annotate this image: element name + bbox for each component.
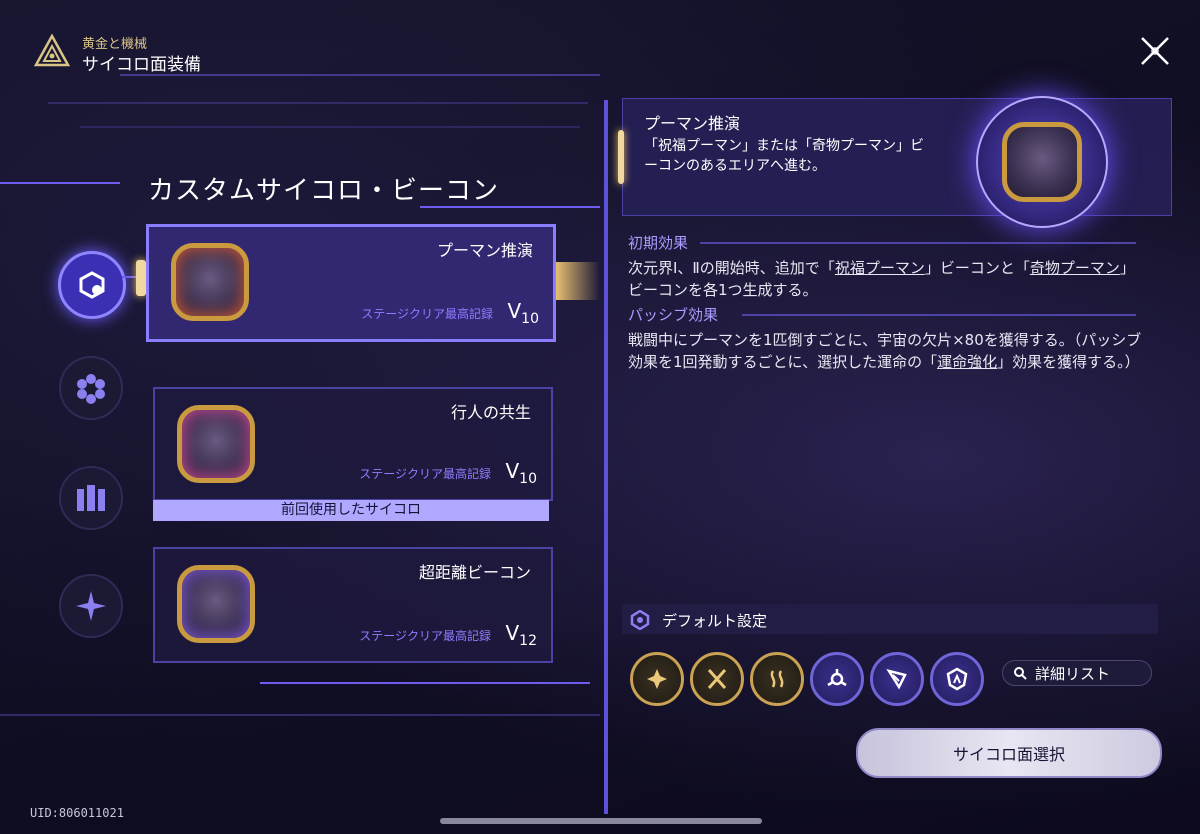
- hexagon-cluster-icon: [77, 374, 105, 404]
- rank-value: V10: [505, 459, 537, 487]
- dice-face-select-button[interactable]: サイコロ面選択: [856, 728, 1162, 778]
- record-label: ステージクリア最高記録: [359, 629, 491, 643]
- dice-image: [171, 243, 249, 321]
- last-used-badge: 前回使用したサイコロ: [153, 500, 549, 521]
- detail-marker: [618, 130, 624, 184]
- rank-number: 10: [519, 471, 537, 487]
- sidebar-item-hexagon[interactable]: [59, 356, 123, 420]
- active-glow-link: [556, 262, 600, 300]
- detail-description: 「祝福プーマン」または「奇物プーマン」ビーコンのあるエリアへ進む。: [644, 138, 924, 174]
- user-id: UID:806011021: [30, 806, 124, 820]
- rank-value: V12: [505, 621, 537, 649]
- abundance-path-icon: [770, 670, 784, 688]
- dice-preview: [976, 96, 1108, 228]
- passive-effect-text: 戦闘中にプーマンを1匹倒すごとに、宇宙の欠片×80を獲得する。（パッシブ効果を1…: [628, 331, 1142, 371]
- section-divider: [700, 242, 1136, 244]
- sidebar-item-dice[interactable]: [58, 251, 126, 319]
- nihility-path-icon: [647, 669, 667, 689]
- harmony-path-icon: [827, 669, 847, 687]
- passive-effect-label: パッシブ効果: [628, 306, 719, 324]
- deco-line: [0, 714, 600, 716]
- dice-card-name: 行人の共生: [450, 403, 531, 422]
- dice-image: [177, 565, 255, 643]
- path-option-destruction[interactable]: [690, 652, 744, 706]
- search-icon: [1014, 667, 1027, 680]
- close-button[interactable]: [1136, 32, 1174, 70]
- pillars-icon: [77, 485, 105, 511]
- deco-line: [260, 682, 590, 684]
- star-burst-icon: [76, 591, 106, 621]
- dice-face-icon: [79, 271, 105, 299]
- active-marker: [136, 260, 146, 296]
- dice-card-name: プーマン推演: [436, 241, 533, 260]
- settings-icon: [630, 609, 650, 634]
- dice-image: [177, 405, 255, 483]
- dice-card-long-range[interactable]: 超距離ビーコン ステージクリア最高記録 V12: [153, 547, 553, 663]
- sidebar-item-star[interactable]: [59, 574, 123, 638]
- rank-letter: V: [507, 299, 522, 323]
- dice-preview-image: [1002, 122, 1082, 202]
- home-indicator[interactable]: [440, 818, 762, 824]
- path-option-preservation[interactable]: [930, 652, 984, 706]
- rank-letter: V: [505, 621, 520, 645]
- dice-card-symbiosis[interactable]: 行人の共生 ステージクリア最高記録 V10: [153, 387, 553, 501]
- panel-divider: [604, 100, 608, 814]
- detail-list-label: 詳細リスト: [1035, 664, 1111, 683]
- sidebar-item-pillars[interactable]: [59, 466, 123, 530]
- detail-dice-name: プーマン推演: [644, 114, 741, 133]
- default-settings-title: デフォルト設定: [662, 612, 768, 630]
- path-option-hunt[interactable]: [870, 652, 924, 706]
- destruction-path-icon: [707, 669, 727, 689]
- record-label: ステージクリア最高記録: [361, 307, 493, 321]
- page-title: サイコロ面装備: [82, 55, 201, 75]
- deco-line: [48, 102, 588, 104]
- dice-card-puman[interactable]: プーマン推演 ステージクリア最高記録 V10: [146, 224, 556, 342]
- rank-number: 12: [519, 633, 537, 649]
- section-divider: [742, 314, 1136, 316]
- detail-list-button[interactable]: 詳細リスト: [1002, 660, 1152, 686]
- section-title: カスタムサイコロ・ビーコン: [148, 176, 500, 206]
- game-mode-logo-icon: [33, 33, 71, 68]
- rank-number: 10: [521, 311, 539, 327]
- initial-effect-label: 初期効果: [628, 234, 689, 252]
- rank-value: V10: [507, 299, 539, 327]
- preservation-path-icon: [946, 667, 968, 691]
- path-option-harmony[interactable]: [810, 652, 864, 706]
- hunt-path-icon: [886, 669, 907, 690]
- path-option-abundance[interactable]: [750, 652, 804, 706]
- rank-letter: V: [505, 459, 520, 483]
- initial-effect-text: 次元界Ⅰ、Ⅱの開始時、追加で「祝福プーマン」ビーコンと「奇物プーマン」ビーコンを…: [628, 259, 1135, 299]
- record-label: ステージクリア最高記録: [359, 467, 491, 481]
- dice-card-name: 超距離ビーコン: [418, 563, 531, 582]
- path-option-nihility[interactable]: [630, 652, 684, 706]
- deco-line: [0, 182, 120, 184]
- deco-line: [80, 126, 580, 128]
- close-icon: [1141, 37, 1169, 65]
